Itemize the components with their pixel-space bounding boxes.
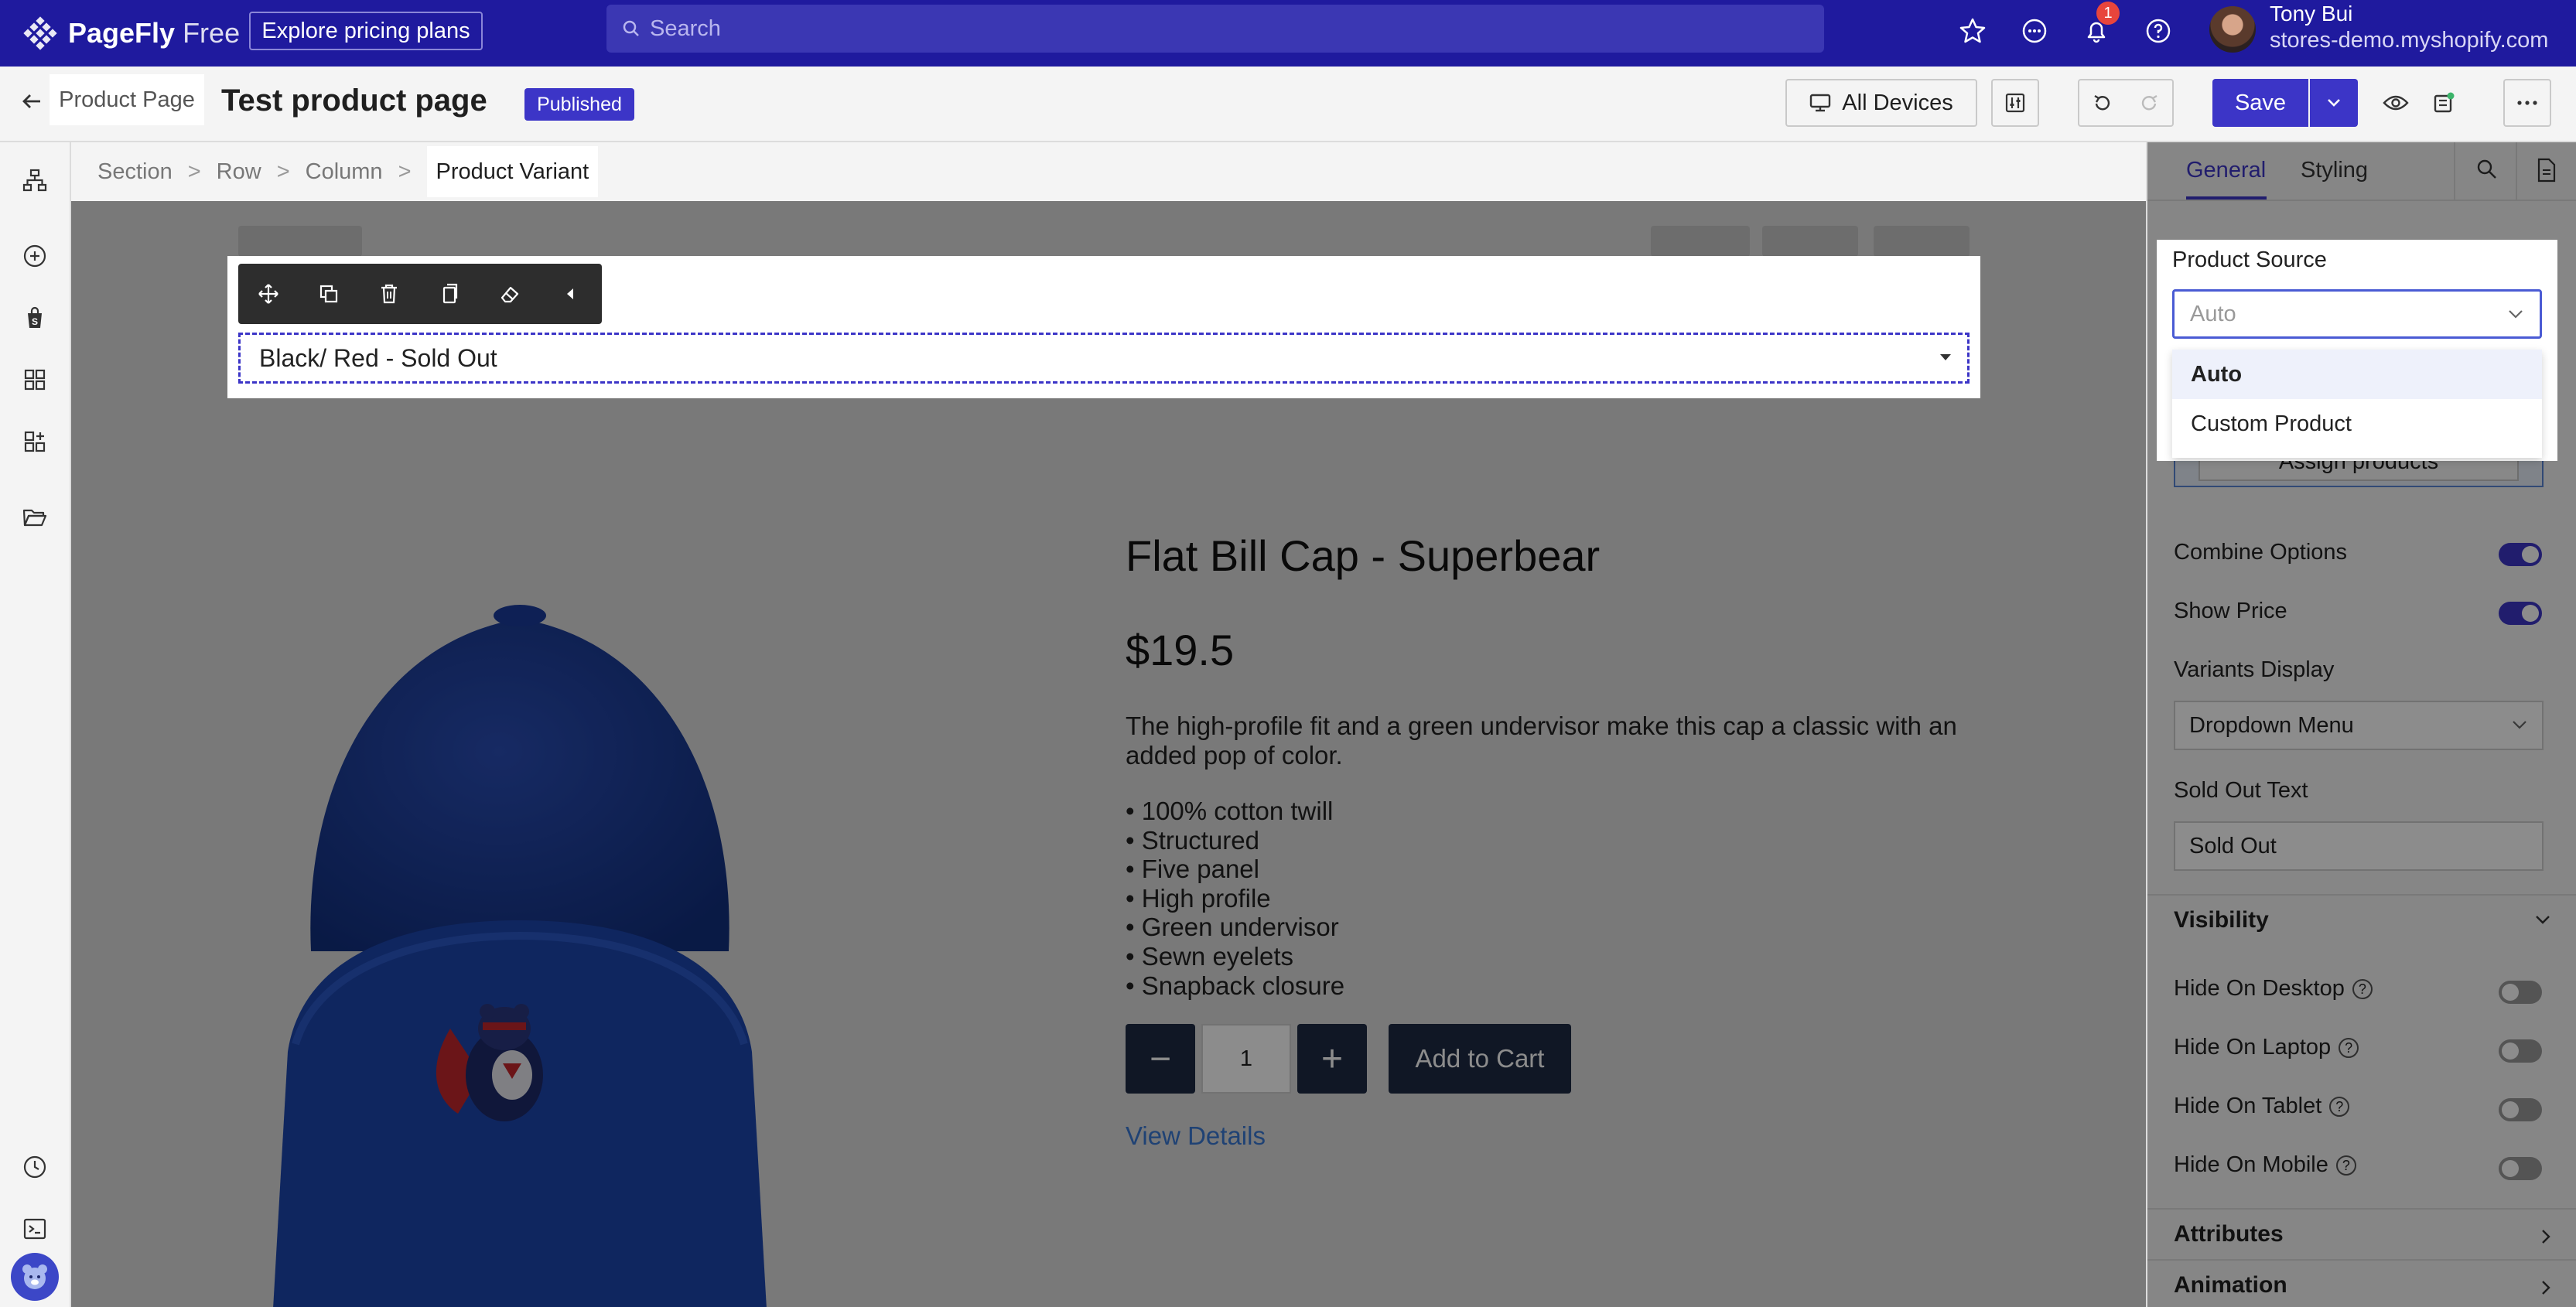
- page-header: Product Page Test product page Published…: [0, 67, 2576, 142]
- move-button[interactable]: [238, 264, 299, 324]
- eraser-icon: [501, 286, 519, 303]
- device-selector[interactable]: All Devices: [1785, 79, 1977, 127]
- search-icon: [623, 20, 639, 36]
- shopify-bag-icon: S: [28, 306, 42, 328]
- star-icon[interactable]: [1957, 15, 1988, 46]
- publish-status-icon: [2434, 92, 2455, 113]
- brand[interactable]: PageFly Free: [22, 12, 240, 54]
- device-label: All Devices: [1842, 90, 1953, 115]
- top-bar: PageFly Free Explore pricing plans Searc…: [0, 0, 2576, 67]
- account-avatar[interactable]: [11, 1253, 59, 1301]
- breadcrumb-separator: >: [398, 159, 412, 184]
- product-source-select[interactable]: Auto: [2172, 289, 2542, 339]
- breadcrumb-row[interactable]: Row: [217, 159, 261, 185]
- page-type-label: Product Page: [50, 74, 204, 125]
- sliders-icon: [2005, 93, 2025, 113]
- redo-button[interactable]: [2126, 80, 2172, 125]
- user-name: Tony Bui: [2270, 2, 2353, 26]
- add-circle-icon: [23, 244, 46, 268]
- move-icon: [258, 284, 278, 304]
- terminal-icon: [23, 1218, 46, 1240]
- code-editor-button[interactable]: [19, 1213, 51, 1245]
- history-button[interactable]: [19, 1151, 51, 1183]
- option-custom-product[interactable]: Custom Product: [2172, 399, 2542, 449]
- status-badge: Published: [524, 88, 634, 121]
- sitemap-icon: [22, 169, 47, 192]
- media-folder-button[interactable]: [19, 501, 51, 534]
- redo-icon: [2141, 94, 2157, 111]
- help-icon[interactable]: [2143, 15, 2174, 46]
- brand-plan: Free: [183, 17, 241, 49]
- preview-button[interactable]: [2372, 79, 2420, 127]
- monitor-icon: [1810, 94, 1831, 112]
- delete-button[interactable]: [359, 264, 419, 324]
- add-element-button[interactable]: [19, 240, 51, 272]
- product-variant-select[interactable]: Black/ Red - Sold Out: [238, 333, 1970, 384]
- breadcrumb: Section > Row > Column > Product Variant: [71, 142, 2146, 201]
- bear-mascot-icon: [22, 1264, 47, 1289]
- chat-icon[interactable]: [2019, 15, 2050, 46]
- back-arrow-icon[interactable]: [20, 90, 43, 113]
- chevron-down-icon: [2509, 310, 2523, 319]
- eye-icon: [2383, 95, 2409, 111]
- editor-canvas[interactable]: Flat Bill Cap - Superbear $19.5 The high…: [71, 201, 2146, 1307]
- save-button[interactable]: Save: [2212, 79, 2308, 127]
- breadcrumb-separator: >: [276, 159, 290, 184]
- chevron-down-icon: [2328, 99, 2340, 107]
- undo-icon: [2094, 94, 2110, 111]
- duplicate-icon: [319, 285, 338, 303]
- user-store: stores-demo.myshopify.com: [2270, 28, 2549, 53]
- copy-button[interactable]: [419, 264, 480, 324]
- brand-name: PageFly: [68, 17, 176, 49]
- search-placeholder: Search: [650, 15, 721, 41]
- clear-style-button[interactable]: [480, 264, 540, 324]
- caret-left-icon: [567, 288, 573, 299]
- variant-select-value: Black/ Red - Sold Out: [259, 343, 497, 372]
- grid-icon: [24, 369, 46, 391]
- page-title[interactable]: Test product page: [221, 84, 487, 118]
- more-icon: [2517, 101, 2537, 105]
- shopify-elements-button[interactable]: S: [19, 302, 51, 334]
- page-outline-button[interactable]: [19, 164, 51, 196]
- search-input[interactable]: Search: [606, 5, 1824, 53]
- sections-button[interactable]: [19, 363, 51, 396]
- element-toolbar: [238, 264, 602, 324]
- pagefly-logo-icon: [23, 16, 57, 50]
- user-avatar[interactable]: [2209, 6, 2256, 53]
- product-source-label: Product Source: [2172, 247, 2327, 272]
- breadcrumb-section[interactable]: Section: [97, 159, 173, 185]
- settings-sliders-button[interactable]: [1991, 79, 2039, 127]
- history-controls: [2078, 79, 2174, 127]
- breadcrumb-column[interactable]: Column: [306, 159, 383, 185]
- notification-badge: 1: [2096, 2, 2120, 25]
- undo-button[interactable]: [2079, 80, 2126, 125]
- duplicate-button[interactable]: [299, 264, 359, 324]
- integrations-button[interactable]: [19, 425, 51, 458]
- svg-text:S: S: [32, 316, 38, 327]
- folder-open-icon: [22, 509, 47, 527]
- left-toolbar: S: [0, 142, 71, 1307]
- copy-icon: [442, 283, 458, 304]
- clock-icon: [23, 1155, 46, 1179]
- apps-add-icon: [24, 431, 46, 452]
- trash-icon: [381, 284, 397, 304]
- explore-pricing-button[interactable]: Explore pricing plans: [249, 12, 483, 50]
- breadcrumb-separator: >: [187, 159, 201, 184]
- option-auto[interactable]: Auto: [2172, 350, 2542, 399]
- publish-status-button[interactable]: [2420, 79, 2468, 127]
- more-options-button[interactable]: [2503, 79, 2551, 127]
- product-source-placeholder: Auto: [2190, 301, 2236, 326]
- breadcrumb-product-variant[interactable]: Product Variant: [426, 146, 599, 197]
- product-source-dropdown: Auto Custom Product: [2172, 350, 2542, 458]
- save-options-button[interactable]: [2310, 79, 2358, 127]
- collapse-toolbar-button[interactable]: [540, 264, 600, 324]
- caret-down-icon: [1940, 354, 1951, 360]
